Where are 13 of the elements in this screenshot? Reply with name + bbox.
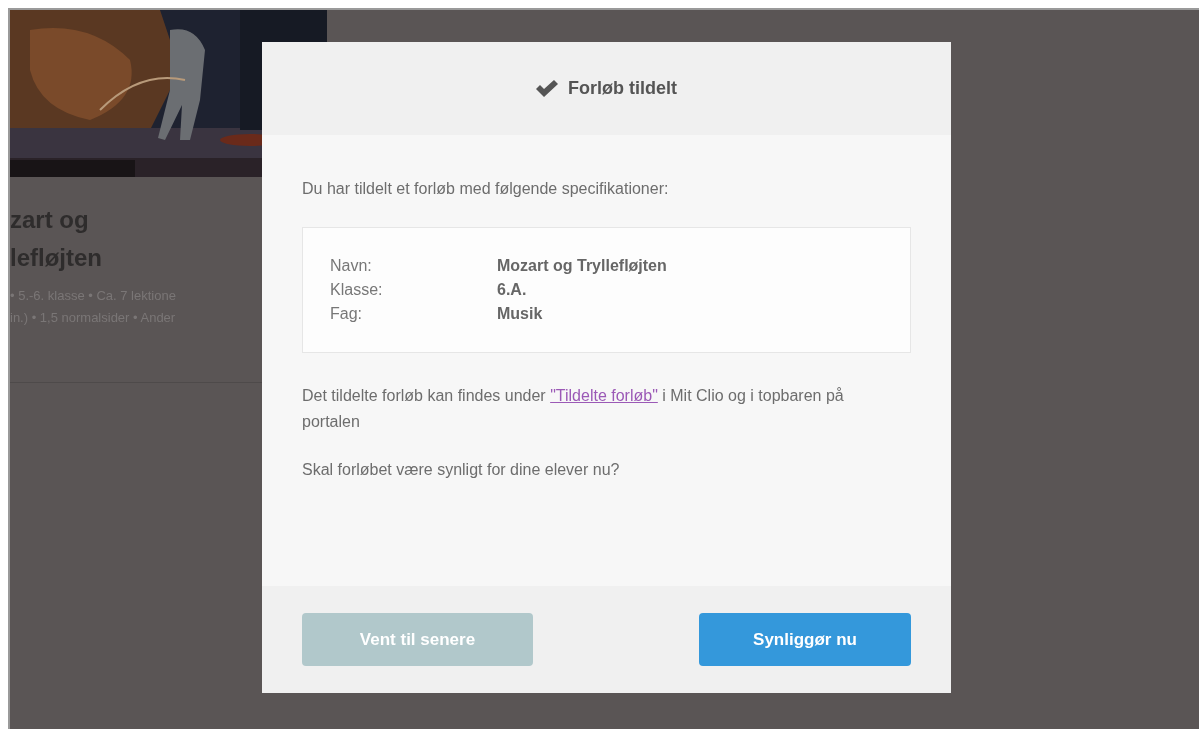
- checkmark-icon: [536, 80, 558, 97]
- publish-button[interactable]: Synliggør nu: [699, 613, 911, 666]
- detail-value: Musik: [497, 304, 543, 324]
- detail-label: Fag:: [330, 304, 363, 324]
- detail-label: Navn:: [330, 256, 373, 276]
- detail-label: Klasse:: [330, 280, 384, 300]
- detail-value: 6.A.: [497, 280, 527, 300]
- info-text: Det tildelte forløb kan findes under "Tildelte forløb" i Mit Clio og i topbaren på portalen: [302, 386, 845, 432]
- detail-value: Mozart og Tryllefløjten: [497, 256, 667, 276]
- intro-text: Du har tildelt et forløb med følgende specifikationer:: [302, 179, 670, 199]
- question-text: Skal forløbet være synligt for dine elever nu?: [302, 460, 621, 481]
- modal-title: Forløb tildelt: [568, 77, 677, 100]
- link[interactable]: "Tildelte forløb": [550, 387, 658, 404]
